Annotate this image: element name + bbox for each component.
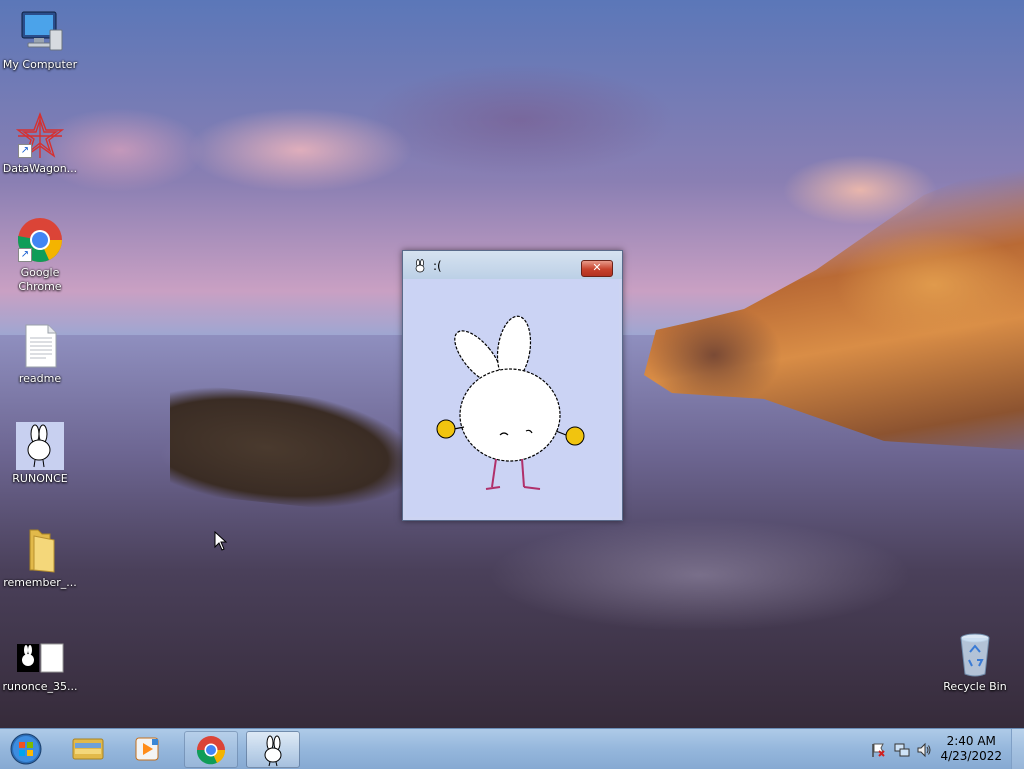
media-player-icon xyxy=(135,737,159,761)
system-clock[interactable]: 2:40 AM 4/23/2022 xyxy=(940,734,1002,764)
shortcut-arrow-icon: ↗ xyxy=(18,248,32,262)
window-title: :( xyxy=(433,259,442,273)
bunny-app-icon xyxy=(16,422,64,470)
window-client-area xyxy=(406,279,619,517)
folder-icon xyxy=(16,526,64,574)
chrome-icon xyxy=(196,736,226,765)
desktop-icon-label: Recycle Bin xyxy=(943,680,1007,693)
taskbar: 2:40 AM 4/23/2022 xyxy=(0,728,1024,769)
desktop-icon-my-computer[interactable]: My Computer xyxy=(0,8,80,72)
shortcut-arrow-icon: ↗ xyxy=(18,144,32,158)
action-center-flag-icon[interactable] xyxy=(870,742,886,761)
bunny-image-icon xyxy=(16,630,64,678)
bunny-character-image xyxy=(436,315,585,490)
text-file-icon xyxy=(16,322,64,370)
desktop-icon-label: My Computer xyxy=(2,58,78,71)
bunny-app-icon xyxy=(264,735,282,767)
desktop-icon-runonce-image[interactable]: runonce_35... xyxy=(0,630,80,694)
bunny-window[interactable]: :( ✕ xyxy=(402,250,623,521)
clock-date: 4/23/2022 xyxy=(940,749,1002,763)
desktop-icon-remember[interactable]: remember_... xyxy=(0,526,80,590)
desktop-icon-label: DataWagon... xyxy=(2,162,78,175)
system-tray: 2:40 AM 4/23/2022 xyxy=(864,729,1024,769)
taskbar-media-player-button[interactable] xyxy=(122,731,174,766)
close-button[interactable]: ✕ xyxy=(581,260,613,277)
desktop-icon-google-chrome[interactable]: ↗ Google Chrome xyxy=(0,216,80,294)
desktop-icon-label: Google Chrome xyxy=(18,266,62,293)
window-titlebar[interactable]: :( ✕ xyxy=(403,251,622,279)
taskbar-chrome-button[interactable] xyxy=(184,731,238,768)
desktop-icon-readme[interactable]: readme xyxy=(0,322,80,386)
desktop-icon-label: RUNONCE xyxy=(12,472,68,485)
taskbar-explorer-button[interactable] xyxy=(62,731,114,766)
desktop-icon-runonce[interactable]: RUNONCE xyxy=(0,422,80,486)
desktop-icon-recycle-bin[interactable]: Recycle Bin xyxy=(935,630,1015,694)
desktop-icon-datawagon[interactable]: ↗ DataWagon... xyxy=(0,112,80,176)
chrome-icon: ↗ xyxy=(16,216,64,264)
desktop-icon-label: readme xyxy=(18,372,62,385)
network-icon[interactable] xyxy=(894,742,910,761)
explorer-icon xyxy=(72,738,104,760)
bunny-title-icon xyxy=(413,259,427,273)
desktop-icon-label: runonce_35... xyxy=(2,680,78,693)
desktop-icon-label: remember_... xyxy=(3,576,77,589)
datawagon-icon: ↗ xyxy=(15,112,65,160)
show-desktop-button[interactable] xyxy=(1011,729,1024,769)
windows-orb-icon xyxy=(10,733,42,765)
clock-time: 2:40 AM xyxy=(946,734,996,748)
volume-icon[interactable] xyxy=(916,742,932,761)
taskbar-bunny-app-button[interactable] xyxy=(246,731,300,768)
start-button[interactable] xyxy=(6,732,46,766)
recycle-bin-icon xyxy=(951,630,999,678)
computer-icon xyxy=(16,8,64,56)
mouse-cursor-icon xyxy=(214,530,228,554)
